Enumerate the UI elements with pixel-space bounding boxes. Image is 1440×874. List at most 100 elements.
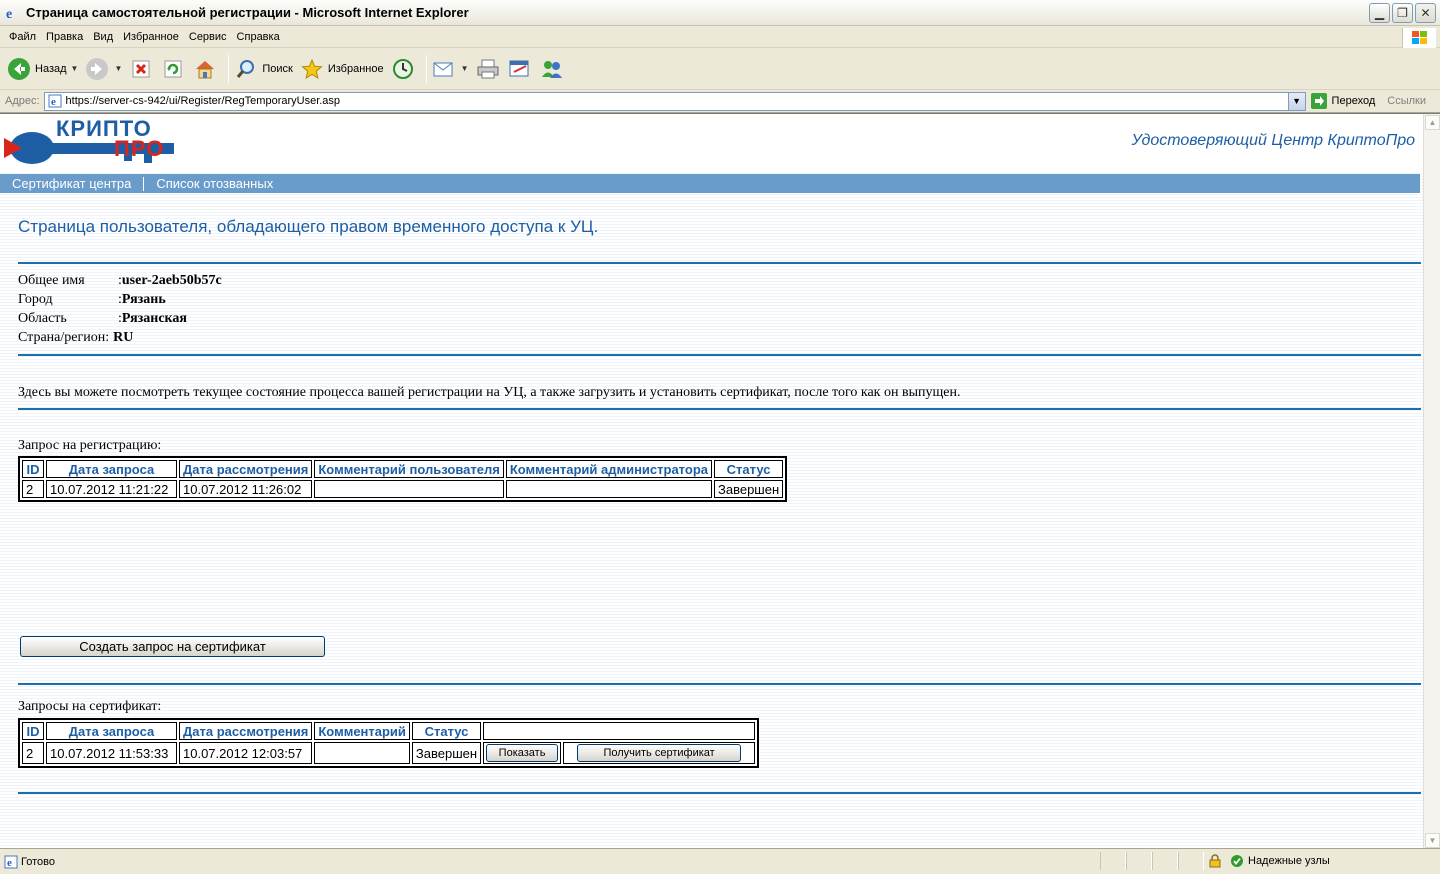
info-row-common-name: Общее имя : user-2aeb50b57c [18, 273, 222, 292]
logo-text-bottom: ПРО [114, 136, 165, 161]
user-info: Общее имя : user-2aeb50b57c Город : Ряза… [18, 273, 222, 349]
page-heading: Страница пользователя, обладающего право… [18, 217, 599, 236]
column-header: ID [22, 460, 44, 478]
go-arrow-icon [1310, 92, 1328, 110]
address-input[interactable]: e https://server-cs-942/ui/Register/RegT… [43, 91, 1306, 111]
go-label: Переход [1331, 95, 1376, 107]
table-cell: 10.07.2012 12:03:57 [179, 742, 313, 764]
get-certificate-button[interactable]: Получить сертификат [577, 744, 742, 762]
address-dropdown-icon[interactable]: ▼ [1287, 92, 1305, 110]
table-cell: Завершен [411, 742, 482, 764]
info-label: Город [18, 292, 53, 307]
minimize-button[interactable]: ▁ [1369, 3, 1390, 23]
svg-text:e: e [6, 7, 12, 20]
column-header: Дата запроса [46, 722, 177, 740]
site-title: Удостоверяющий Центр КриптоПро [1131, 132, 1415, 149]
column-header: Комментарий администратора [505, 460, 712, 478]
messenger-button[interactable] [539, 56, 565, 82]
menu-file[interactable]: Файл [4, 31, 41, 43]
nav-revoked-list[interactable]: Список отозванных [156, 176, 273, 191]
forward-arrow-icon [84, 56, 110, 82]
scroll-up-icon[interactable]: ▲ [1425, 115, 1440, 130]
info-label: Область [18, 311, 67, 326]
registration-label: Запрос на регистрацию: [18, 438, 162, 453]
table-cell: 10.07.2012 11:21:22 [46, 480, 177, 498]
info-value: user-2aeb50b57c [121, 273, 222, 288]
info-value: Рязань [121, 292, 166, 307]
divider [18, 354, 1421, 356]
certificates-table: ID Дата запроса Дата рассмотрения Коммен… [18, 718, 760, 768]
dropdown-arrow-icon[interactable]: ▼ [71, 64, 79, 73]
links-button[interactable]: Ссылки [1387, 95, 1426, 107]
dropdown-arrow-icon[interactable]: ▼ [461, 64, 469, 73]
create-certificate-request-button[interactable]: Создать запрос на сертификат [20, 636, 325, 657]
registration-table: ID Дата запроса Дата рассмотрения Коммен… [18, 456, 788, 502]
nav-bar: Сертификат центра Список отозванных [0, 174, 1420, 193]
address-url: https://server-cs-942/ui/Register/RegTem… [65, 95, 341, 107]
dropdown-arrow-icon[interactable]: ▼ [114, 64, 122, 73]
refresh-button[interactable] [160, 56, 186, 82]
table-cell [314, 480, 504, 498]
printer-icon [475, 56, 501, 82]
close-button[interactable]: ✕ [1415, 3, 1436, 23]
column-header: Комментарий [314, 722, 410, 740]
table-cell: 10.07.2012 11:26:02 [179, 480, 313, 498]
divider [18, 262, 1421, 264]
column-header: Комментарий пользователя [314, 460, 504, 478]
page-icon: e [4, 855, 18, 869]
stop-button[interactable] [128, 56, 154, 82]
print-button[interactable] [475, 56, 501, 82]
back-button[interactable]: Назад ▼ [6, 56, 78, 82]
status-ready: e Готово [4, 855, 55, 869]
column-header: ID [22, 722, 44, 740]
status-cell [1178, 852, 1204, 870]
svg-text:e: e [51, 96, 56, 108]
search-icon [233, 56, 259, 82]
home-button[interactable] [192, 56, 218, 82]
column-header: Статус [411, 722, 482, 740]
divider [18, 683, 1421, 685]
security-zone[interactable]: Надежные узлы [1208, 852, 1330, 870]
menu-favorites[interactable]: Избранное [118, 31, 184, 43]
page-description: Здесь вы можете посмотреть текущее состо… [18, 385, 961, 400]
divider [18, 408, 1421, 410]
column-header: Дата рассмотрения [179, 722, 313, 740]
address-label: Адрес: [5, 95, 40, 107]
go-button[interactable]: Переход [1310, 92, 1376, 110]
info-row-country: Страна/регион: RU [18, 330, 222, 349]
windows-logo-icon [1402, 28, 1436, 48]
table-header-row: ID Дата запроса Дата рассмотрения Коммен… [22, 460, 784, 478]
maximize-button[interactable]: ❐ [1392, 3, 1413, 23]
table-cell: 10.07.2012 11:53:33 [46, 742, 177, 764]
cryptopro-logo[interactable]: КРИПТО ПРО [4, 116, 184, 170]
nav-center-certificate[interactable]: Сертификат центра [12, 176, 131, 191]
show-button[interactable]: Показать [486, 744, 559, 762]
mail-button[interactable]: ▼ [431, 56, 469, 82]
history-button[interactable] [390, 56, 416, 82]
info-value: RU [113, 330, 134, 345]
column-header: Дата рассмотрения [179, 460, 313, 478]
certificates-label: Запросы на сертификат: [18, 699, 162, 714]
trusted-zone-icon [1230, 854, 1244, 868]
toolbar: Назад ▼ ▼ Поиск Избранное ▼ [0, 48, 1440, 90]
menu-view[interactable]: Вид [88, 31, 118, 43]
back-arrow-icon [6, 56, 32, 82]
info-row-region: Область : Рязанская [18, 311, 222, 330]
menu-help[interactable]: Справка [232, 31, 285, 43]
menu-edit[interactable]: Правка [41, 31, 88, 43]
table-cell: Получить сертификат [563, 742, 756, 764]
favorites-label: Избранное [327, 62, 384, 75]
edit-button[interactable] [507, 56, 533, 82]
scroll-down-icon[interactable]: ▼ [1425, 833, 1440, 848]
column-header: Дата запроса [46, 460, 177, 478]
restore-icon: ❐ [1397, 6, 1408, 20]
menu-tools[interactable]: Сервис [184, 31, 232, 43]
info-label: Общее имя [18, 273, 85, 288]
table-cell: Завершен [714, 480, 784, 498]
vertical-scrollbar[interactable]: ▲ ▼ [1423, 114, 1440, 849]
search-button[interactable]: Поиск [233, 56, 293, 82]
forward-button[interactable]: ▼ [84, 56, 122, 82]
title-bar: e Страница самостоятельной регистрации -… [0, 0, 1440, 26]
favorites-button[interactable]: Избранное [299, 56, 384, 82]
status-cell [1152, 852, 1178, 870]
